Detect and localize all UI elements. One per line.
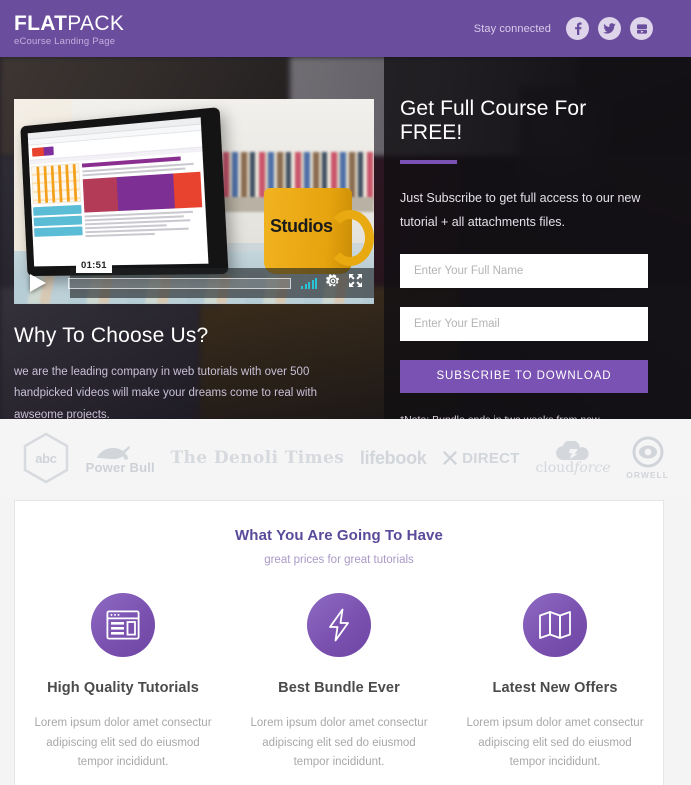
hero-headline: Get Full Course For FREE! (400, 97, 587, 144)
email-input[interactable] (400, 306, 648, 341)
brand-name-bold: FLAT (14, 11, 68, 35)
youtube-icon[interactable] (630, 17, 653, 40)
client-logos-band: abc Power Bull The Denoli Times lifebook… (0, 419, 691, 497)
site-header: FLATPACK eCourse Landing Page Stay conne… (0, 0, 691, 57)
video-timestamp: 01:51 (76, 258, 112, 273)
feature-text: Lorem ipsum dolor amet consectur adipisc… (250, 717, 428, 769)
signup-panel: Get Full Course For FREE! Just Subscribe… (384, 57, 691, 419)
full-name-input[interactable] (400, 253, 648, 288)
brand-logo[interactable]: FLATPACK eCourse Landing Page (14, 11, 124, 47)
facebook-icon[interactable] (566, 17, 589, 40)
play-icon[interactable] (26, 272, 56, 294)
eye-icon (632, 436, 664, 468)
feature-text: Lorem ipsum dolor amet consectur adipisc… (34, 717, 212, 769)
feature-item: Best Bundle Ever Lorem ipsum dolor amet … (231, 593, 447, 773)
stay-connected-label: Stay connected (473, 22, 551, 35)
direct-logo-text: DIRECT (462, 449, 520, 467)
features-title: What You Are Going To Have (235, 527, 443, 544)
x-icon (443, 451, 458, 465)
orwell-logo[interactable]: ORWELL (626, 436, 669, 480)
brand-name: FLATPACK (14, 13, 124, 34)
bundle-note: *Note: Bundle ends in two weeks from now… (400, 414, 649, 419)
hero-subheadline: Just Subscribe to get full access to our… (400, 191, 641, 230)
feature-title: High Quality Tutorials (47, 680, 199, 696)
feature-title: Latest New Offers (492, 680, 618, 696)
features-card: What You Are Going To Have great prices … (14, 500, 664, 785)
features-list: High Quality Tutorials Lorem ipsum dolor… (15, 593, 663, 773)
abc-logo-text: abc (35, 450, 57, 466)
cloudforce-text-b: force (574, 459, 611, 476)
landing-page: FLATPACK eCourse Landing Page Stay conne… (0, 0, 691, 785)
video-progress-bar[interactable] (68, 277, 291, 289)
video-player[interactable]: Studios 01:51 (14, 99, 374, 304)
cloudforce-logo[interactable]: cloudforce (535, 440, 611, 476)
coffee-mug: Studios (264, 188, 374, 274)
abc-logo[interactable]: abc (22, 432, 70, 484)
mug-label: Studios (270, 216, 333, 236)
fullscreen-icon[interactable] (349, 274, 362, 292)
lifebook-logo[interactable]: lifebook (360, 448, 427, 469)
gear-icon[interactable] (326, 273, 340, 293)
video-controls: 01:51 (14, 258, 374, 298)
direct-logo[interactable]: DIRECT (442, 450, 520, 467)
twitter-icon[interactable] (598, 17, 621, 40)
denoli-times-logo[interactable]: The Denoli Times (171, 448, 345, 468)
feature-item: High Quality Tutorials Lorem ipsum dolor… (15, 593, 231, 773)
why-choose-us-title: Why To Choose Us? (14, 324, 209, 347)
feature-text: Lorem ipsum dolor amet consectur adipisc… (466, 717, 644, 769)
browser-layout-icon (91, 593, 155, 657)
map-icon (523, 593, 587, 657)
hero-section: Studios 01:51 Why To Choose Us? we are t… (0, 57, 691, 419)
feature-item: Latest New Offers Lorem ipsum dolor amet… (447, 593, 663, 773)
lightning-bolt-icon (307, 593, 371, 657)
features-subtitle: great prices for great tutorials (264, 554, 414, 566)
subscribe-button[interactable]: SUBSCRIBE TO DOWNLOAD (400, 359, 648, 393)
powerbull-logo[interactable]: Power Bull (86, 442, 155, 475)
social-links: Stay connected (474, 17, 653, 40)
orwell-logo-text: ORWELL (626, 470, 669, 480)
tablet-device (20, 107, 229, 277)
accent-divider (400, 160, 457, 164)
feature-title: Best Bundle Ever (278, 680, 400, 696)
cloudforce-text-a: cloud (535, 459, 575, 476)
brand-tagline: eCourse Landing Page (14, 35, 116, 47)
brand-name-light: PACK (67, 11, 125, 35)
powerbull-text-a: Power (85, 459, 126, 475)
why-choose-us-text: we are the leading company in web tutori… (14, 366, 317, 419)
hero-left-column: Studios 01:51 Why To Choose Us? we are t… (0, 57, 384, 419)
powerbull-text-b: Bull (129, 459, 155, 475)
volume-icon[interactable] (301, 277, 317, 289)
